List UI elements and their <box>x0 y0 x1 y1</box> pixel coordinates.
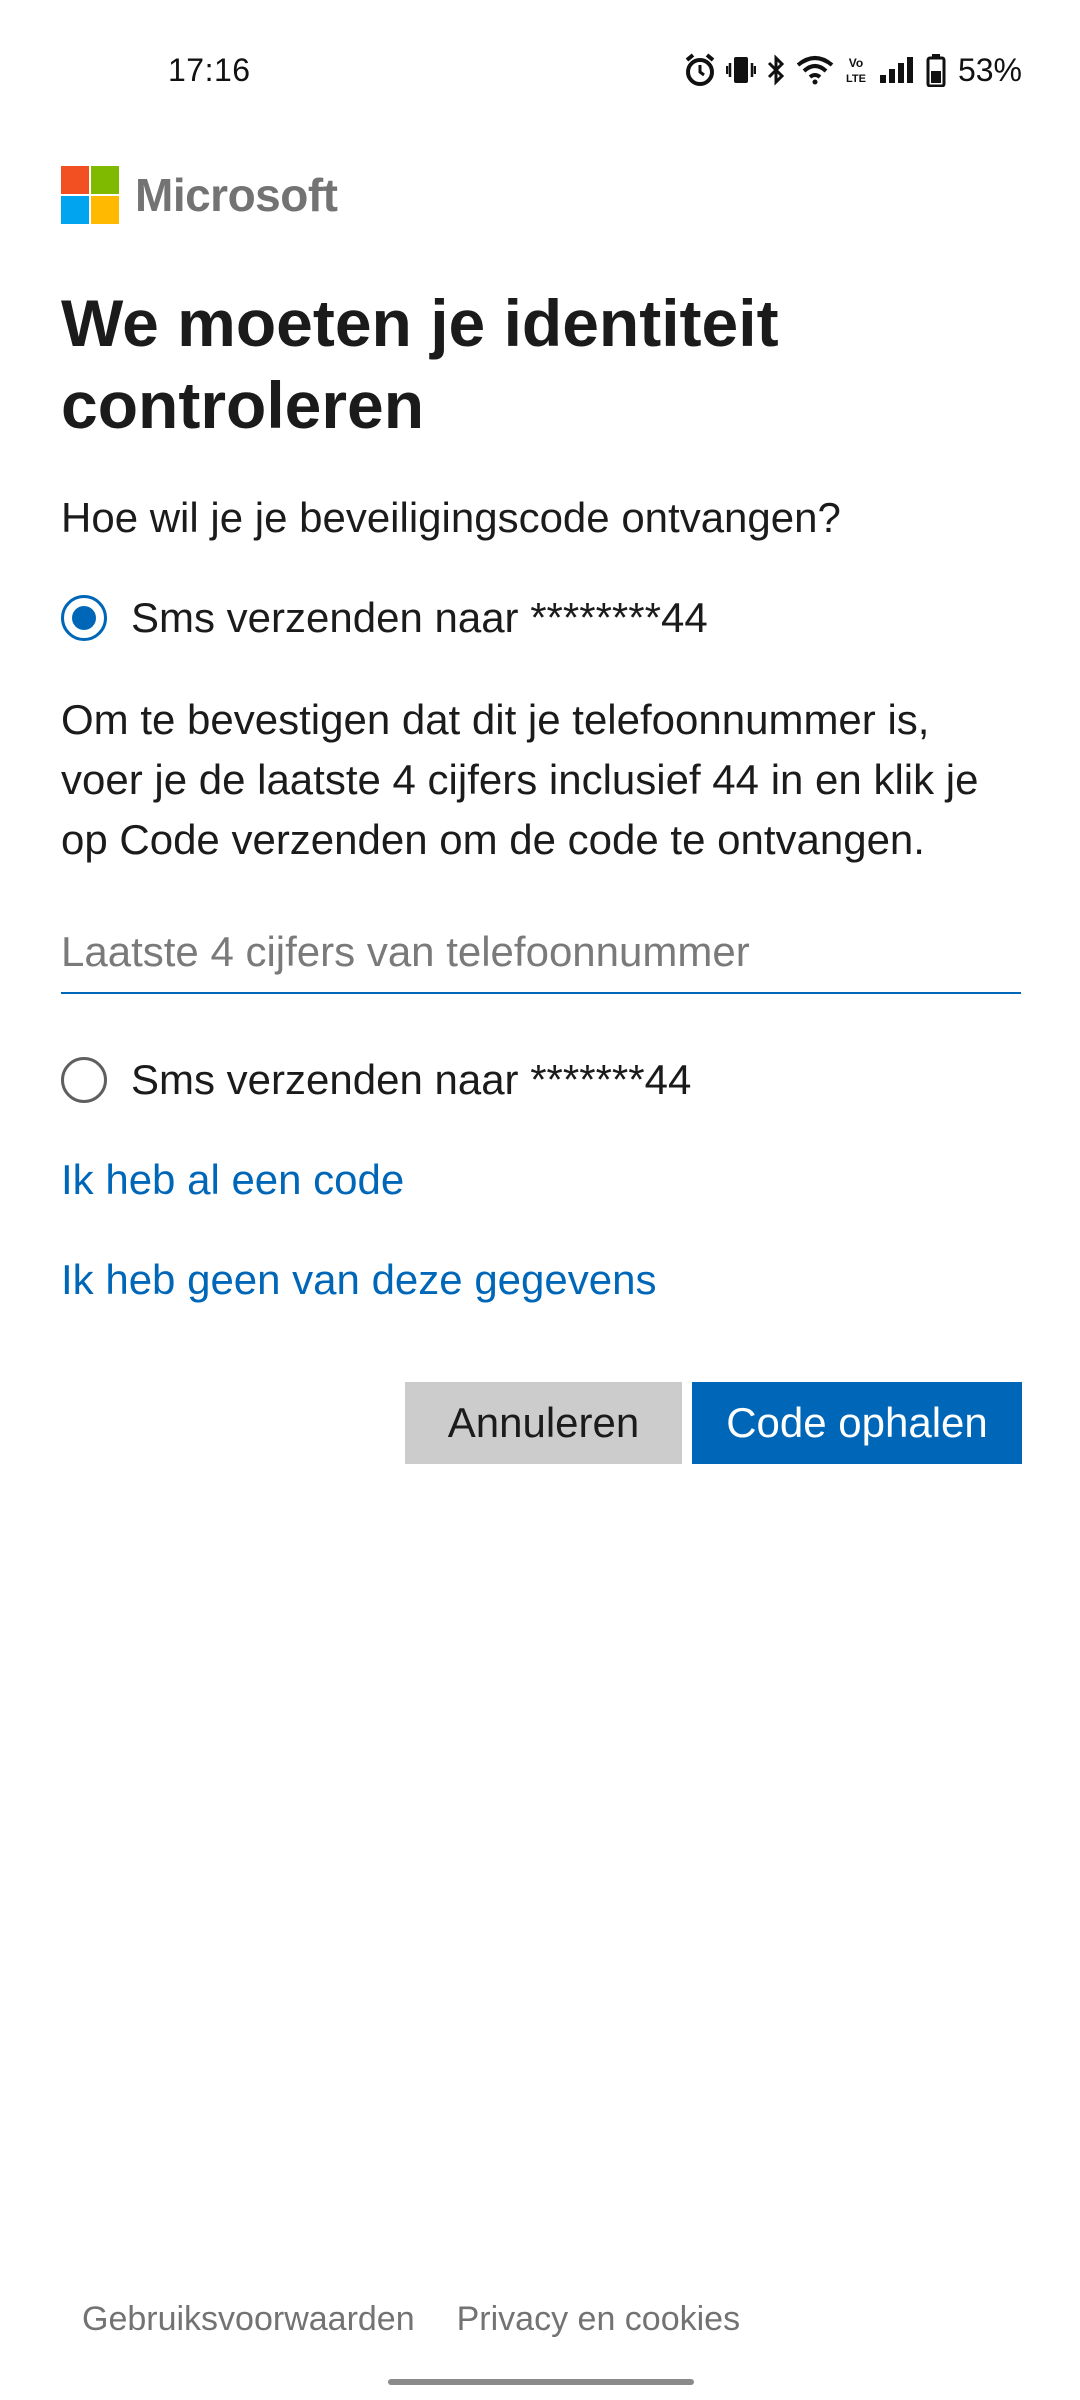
battery-percentage: 53% <box>957 51 1022 88</box>
page-subtitle: Hoe wil je je beveiligingscode ontvangen… <box>61 494 841 541</box>
radio-button[interactable] <box>61 1057 107 1103</box>
home-indicator[interactable] <box>388 2379 694 2385</box>
get-code-button[interactable]: Code ophalen <box>692 1382 1022 1464</box>
have-code-link[interactable]: Ik heb al een code <box>61 1152 404 1208</box>
sms-option-2[interactable]: Sms verzenden naar *******44 <box>61 1052 691 1108</box>
status-icons: Vo LTE 53% <box>684 50 1022 90</box>
signal-icon <box>878 55 916 85</box>
svg-text:LTE: LTE <box>846 73 866 85</box>
wifi-icon <box>796 55 834 85</box>
privacy-link[interactable]: Privacy en cookies <box>457 2300 740 2339</box>
footer: Gebruiksvoorwaarden Privacy en cookies <box>82 2300 740 2339</box>
terms-link[interactable]: Gebruiksvoorwaarden <box>82 2300 415 2339</box>
no-details-link[interactable]: Ik heb geen van deze gegevens <box>61 1252 656 1308</box>
bluetooth-icon <box>766 54 786 86</box>
microsoft-logo: Microsoft <box>61 166 338 224</box>
status-time: 17:16 <box>168 52 251 88</box>
vibrate-icon <box>725 54 756 86</box>
page-title: We moeten je identiteit controleren <box>61 286 779 442</box>
microsoft-logo-icon <box>61 166 119 224</box>
svg-text:Vo: Vo <box>849 56 863 70</box>
battery-icon <box>926 53 946 87</box>
cancel-button[interactable]: Annuleren <box>405 1382 682 1464</box>
phone-last-digits-input[interactable] <box>61 912 1021 994</box>
sms-option-2-label: Sms verzenden naar *******44 <box>131 1056 692 1103</box>
logo-text: Microsoft <box>135 169 338 221</box>
alarm-icon <box>684 53 716 87</box>
verification-description: Om te bevestigen dat dit je telefoonnumm… <box>61 696 979 863</box>
sms-option-1-label: Sms verzenden naar ********44 <box>131 594 708 641</box>
status-bar: 17:16 Vo LTE 53% <box>0 0 1080 140</box>
sms-option-1[interactable]: Sms verzenden naar ********44 <box>61 590 708 646</box>
volte-icon: Vo LTE <box>844 54 868 86</box>
radio-button-selected[interactable] <box>61 595 107 641</box>
